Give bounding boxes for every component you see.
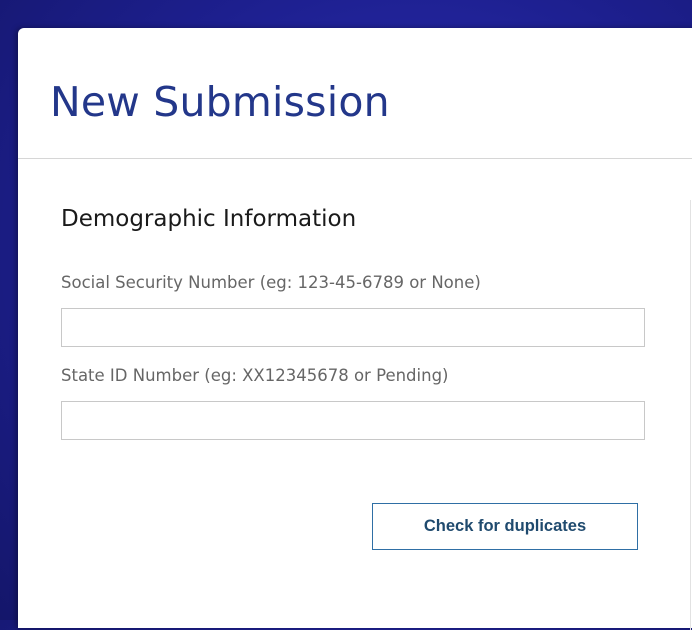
ssn-input[interactable] bbox=[61, 308, 645, 347]
page-header: New Submission bbox=[18, 28, 692, 159]
submission-panel: New Submission Demographic Information S… bbox=[18, 28, 692, 630]
demographic-section: Demographic Information Social Security … bbox=[18, 159, 691, 630]
section-title: Demographic Information bbox=[61, 206, 357, 232]
state-id-input[interactable] bbox=[61, 401, 645, 440]
state-id-label: State ID Number (eg: XX12345678 or Pendi… bbox=[61, 366, 449, 385]
column-divider bbox=[690, 200, 691, 630]
ssn-label: Social Security Number (eg: 123-45-6789 … bbox=[61, 273, 481, 292]
page-title: New Submission bbox=[50, 78, 390, 126]
check-duplicates-button[interactable]: Check for duplicates bbox=[372, 503, 638, 550]
